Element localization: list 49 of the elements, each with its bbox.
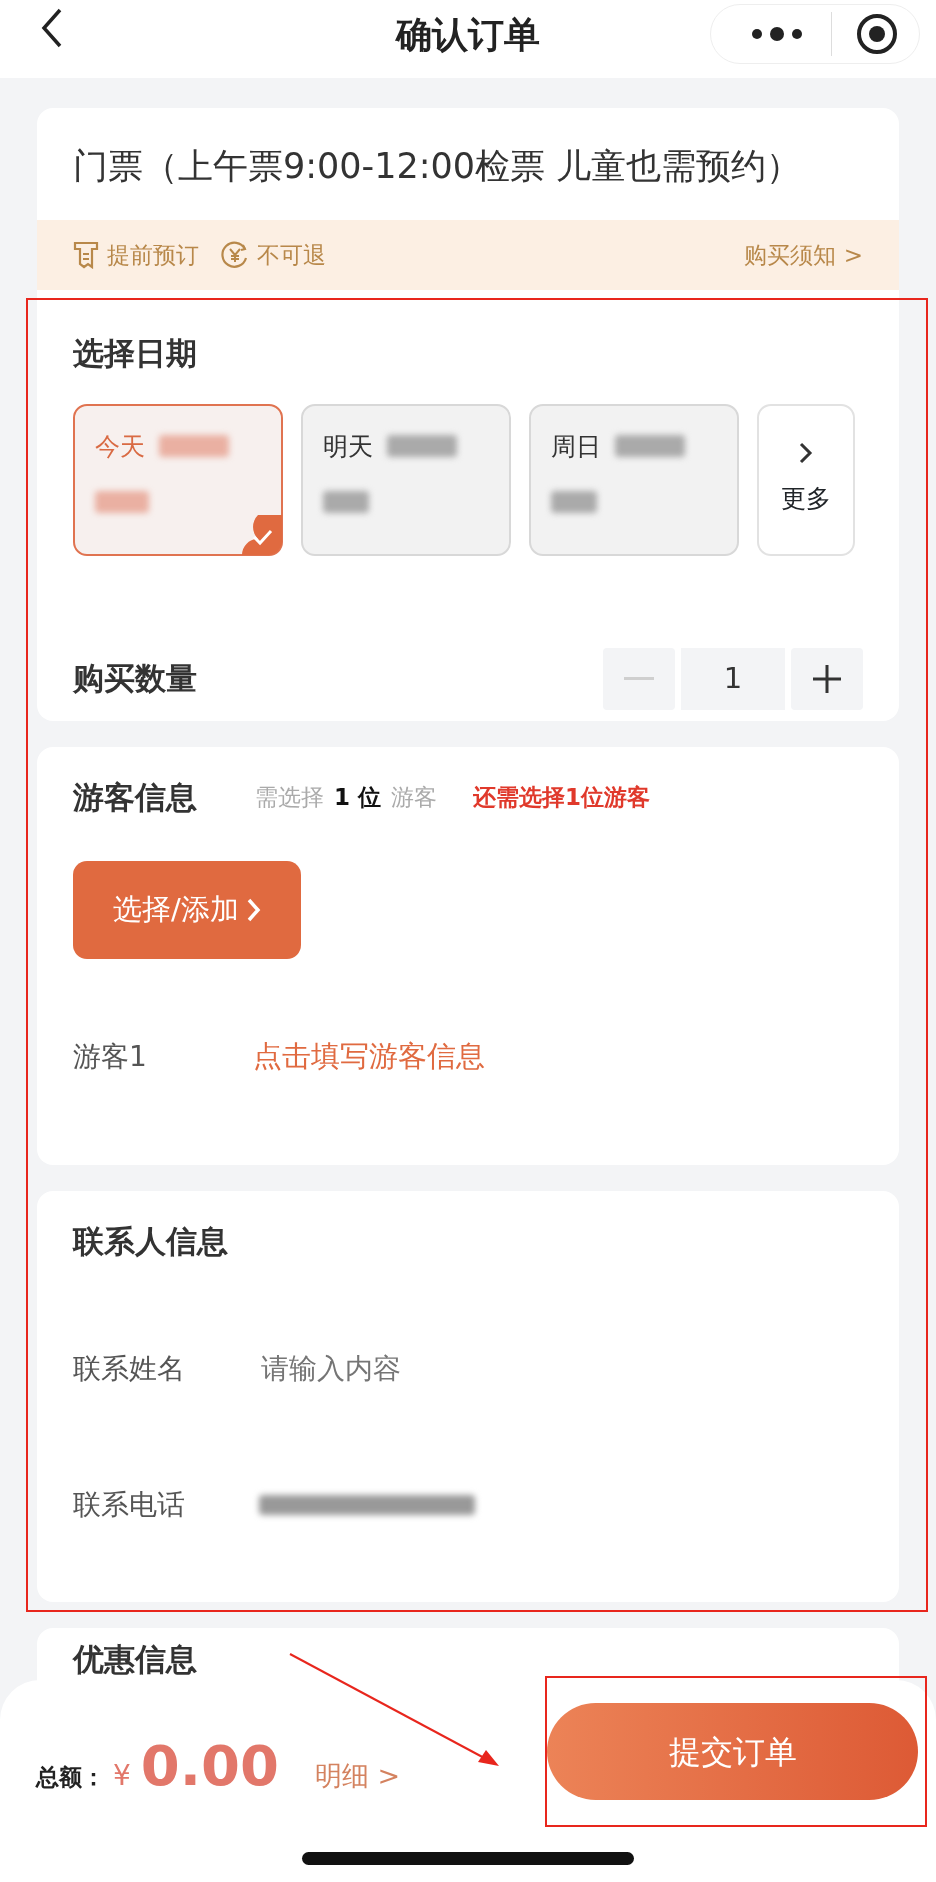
- date-tile[interactable]: 今天: [73, 403, 283, 556]
- tag-label: 不可退: [257, 240, 326, 270]
- yen-coin-icon: [221, 241, 249, 269]
- hint-text: 需选择: [255, 782, 324, 812]
- checkmark-icon: [242, 514, 282, 555]
- total-label: 总额：: [36, 1763, 105, 1792]
- count-text: 1 位: [334, 782, 381, 812]
- hint-text: 游客: [391, 782, 437, 812]
- minus-icon: [624, 676, 654, 681]
- plus-button[interactable]: [791, 647, 863, 710]
- add-visitor-button[interactable]: 选择/添加: [73, 861, 301, 959]
- ticket-title: 门票（上午票9:00-12:00检票 儿童也需预约）: [72, 145, 803, 188]
- receipt-icon: [73, 241, 99, 269]
- field-label: 联系电话: [73, 1487, 186, 1523]
- fill-visitor-link[interactable]: 点击填写游客信息: [253, 1035, 485, 1079]
- blurred-text: [387, 435, 457, 458]
- section-heading: 选择日期: [73, 334, 198, 373]
- submit-order-button[interactable]: 提交订单: [547, 1703, 918, 1800]
- total-amount: 0.00: [140, 1732, 279, 1800]
- close-target-icon[interactable]: [856, 13, 898, 55]
- date-label: 明天: [323, 430, 373, 463]
- chevron-right-icon: [246, 898, 261, 922]
- plus-icon: [813, 664, 841, 693]
- section-heading: 优惠信息: [73, 1640, 198, 1679]
- chevron-right-icon: [799, 441, 813, 464]
- date-tile[interactable]: 周日: [529, 403, 739, 556]
- back-icon[interactable]: [40, 8, 64, 48]
- blurred-text: [551, 491, 597, 513]
- section-heading: 游客信息: [73, 777, 197, 817]
- blurred-text: [323, 491, 369, 513]
- blurred-text: [95, 491, 149, 513]
- notice-link[interactable]: 购买须知 >: [744, 237, 863, 273]
- date-label: 周日: [551, 430, 601, 463]
- blurred-text: [615, 435, 685, 458]
- quantity-value: 1: [681, 647, 785, 710]
- visitor-label: 游客1: [73, 1038, 148, 1075]
- detail-link[interactable]: 明细 >: [315, 1756, 401, 1797]
- quantity-label: 购买数量: [73, 659, 197, 699]
- more-icon[interactable]: [749, 24, 805, 44]
- section-heading: 联系人信息: [73, 1221, 229, 1261]
- date-label: 今天: [95, 430, 145, 463]
- more-dates-button[interactable]: 更多: [757, 403, 855, 556]
- warning-text: 还需选择1位游客: [473, 782, 651, 812]
- tag-label: 提前预订: [107, 240, 199, 270]
- currency-symbol: ¥: [113, 1758, 131, 1794]
- page-title: 确认订单: [396, 13, 540, 57]
- blurred-text: [159, 435, 229, 458]
- date-tile[interactable]: 明天: [301, 403, 511, 556]
- field-label: 联系姓名: [73, 1351, 186, 1387]
